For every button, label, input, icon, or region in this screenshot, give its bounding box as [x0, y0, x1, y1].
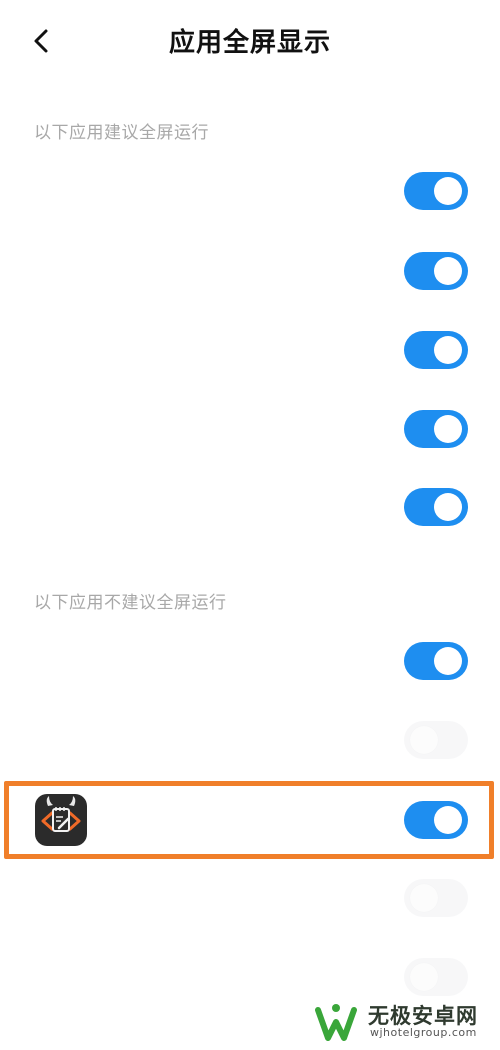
- fullscreen-toggle[interactable]: [404, 331, 468, 369]
- list-item: [0, 310, 500, 390]
- list-item: [0, 389, 500, 469]
- fullscreen-toggle[interactable]: [404, 252, 468, 290]
- toggle-knob: [434, 647, 462, 675]
- top-bar: 应用全屏显示: [0, 0, 500, 86]
- toggle-knob: [434, 257, 462, 285]
- page-title: 应用全屏显示: [168, 28, 331, 58]
- list-item: [0, 700, 500, 780]
- toggle-knob: [434, 177, 462, 205]
- list-item: [0, 858, 500, 938]
- fullscreen-toggle[interactable]: [404, 488, 468, 526]
- fullscreen-toggle[interactable]: [404, 172, 468, 210]
- section-label-recommended: 以下应用建议全屏运行: [34, 123, 209, 143]
- toggle-knob: [410, 726, 438, 754]
- fullscreen-toggle[interactable]: [404, 410, 468, 448]
- watermark-logo-icon: [315, 1004, 357, 1041]
- toggle-knob: [434, 336, 462, 364]
- list-item: [0, 231, 500, 311]
- list-item: [0, 621, 500, 701]
- fullscreen-toggle[interactable]: [404, 879, 468, 917]
- list-item: [0, 467, 500, 547]
- toggle-knob: [434, 493, 462, 521]
- toggle-knob: [434, 415, 462, 443]
- toggle-knob: [410, 963, 438, 991]
- fullscreen-toggle[interactable]: [404, 958, 468, 996]
- watermark: 无极安卓网 wjhotelgroup.com: [312, 998, 492, 1046]
- list-item: [0, 151, 500, 231]
- toggle-knob: [410, 884, 438, 912]
- fullscreen-toggle[interactable]: [404, 721, 468, 759]
- section-label-not-recommended: 以下应用不建议全屏运行: [34, 593, 227, 613]
- highlight-annotation-box: [4, 781, 494, 859]
- watermark-url: wjhotelgroup.com: [370, 1026, 477, 1039]
- fullscreen-toggle[interactable]: [404, 642, 468, 680]
